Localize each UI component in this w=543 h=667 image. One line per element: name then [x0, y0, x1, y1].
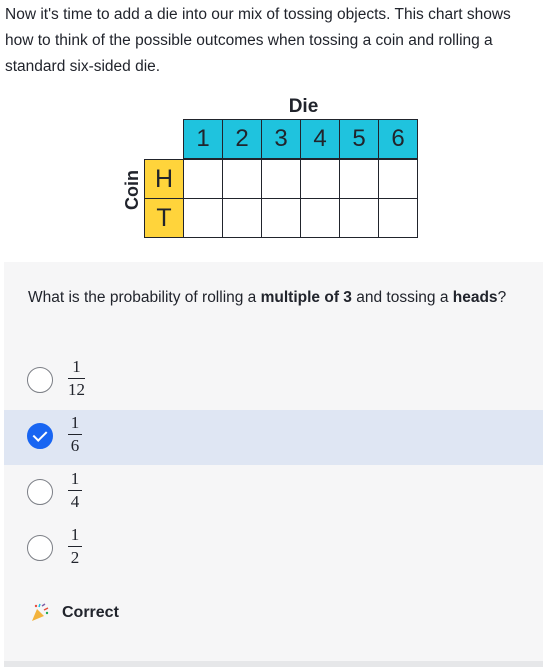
outcome-cell	[183, 159, 223, 199]
fraction-bar	[68, 490, 82, 491]
outcome-cell	[261, 159, 301, 199]
fraction: 1 2	[68, 525, 82, 568]
coin-face-heads: H	[144, 159, 184, 199]
die-face-4: 4	[300, 119, 340, 159]
die-face-3: 3	[261, 119, 301, 159]
die-face-1: 1	[183, 119, 223, 159]
denominator: 12	[68, 380, 85, 399]
numerator: 1	[70, 413, 80, 432]
choice-option-3[interactable]: 1 4	[4, 466, 543, 521]
question-emphasis: heads	[452, 289, 498, 306]
fraction: 1 6	[68, 413, 82, 456]
coin-face-tails: T	[144, 198, 184, 238]
radio-button[interactable]	[27, 367, 53, 393]
numerator: 1	[70, 469, 80, 488]
outcome-cell	[261, 198, 301, 238]
coin-label: Coin	[122, 170, 142, 210]
choice-option-1[interactable]: 1 12	[4, 354, 543, 409]
choice-option-2[interactable]: 1 6	[4, 410, 543, 465]
fraction: 1 12	[68, 357, 85, 400]
bottom-divider	[4, 661, 543, 667]
die-face-5: 5	[339, 119, 379, 159]
die-face-6: 6	[378, 119, 418, 159]
die-header-row: 1 2 3 4 5 6	[183, 119, 418, 159]
outcome-row-tails	[183, 198, 418, 238]
fraction-bar	[68, 434, 82, 435]
party-popper-icon	[32, 603, 49, 621]
outcome-cell	[339, 198, 379, 238]
fraction-bar	[68, 378, 85, 379]
feedback-label: Correct	[62, 604, 119, 621]
fraction-bar	[68, 546, 82, 547]
question-emphasis: multiple of 3	[260, 289, 352, 306]
outcome-cell	[339, 159, 379, 199]
radio-button-checked[interactable]	[27, 423, 53, 449]
outcome-cell	[183, 198, 223, 238]
question-text: What is the probability of rolling a mul…	[28, 285, 508, 311]
numerator: 1	[70, 525, 80, 544]
outcome-cell	[300, 159, 340, 199]
question-part: and tossing a	[351, 289, 453, 306]
outcome-cell	[300, 198, 340, 238]
coin-header-column: H T	[144, 159, 184, 238]
denominator: 2	[70, 548, 80, 567]
denominator: 4	[70, 492, 80, 511]
numerator: 1	[72, 357, 81, 376]
outcome-cell	[378, 198, 418, 238]
fraction: 1 4	[68, 469, 82, 512]
intro-text: Now it's time to add a die into our mix …	[5, 6, 511, 75]
choice-option-4[interactable]: 1 2	[4, 522, 543, 577]
outcome-cell	[222, 198, 262, 238]
die-face-2: 2	[222, 119, 262, 159]
outcome-grid	[183, 159, 418, 238]
outcome-cell	[378, 159, 418, 199]
radio-button[interactable]	[27, 535, 53, 561]
question-part: What is the probability of rolling a	[28, 289, 261, 306]
feedback-correct: Correct	[30, 603, 119, 623]
die-label: Die	[288, 96, 319, 117]
denominator: 6	[70, 436, 80, 455]
radio-button[interactable]	[27, 479, 53, 505]
outcome-cell	[222, 159, 262, 199]
outcome-row-heads	[183, 159, 418, 199]
question-part: ?	[497, 289, 507, 306]
